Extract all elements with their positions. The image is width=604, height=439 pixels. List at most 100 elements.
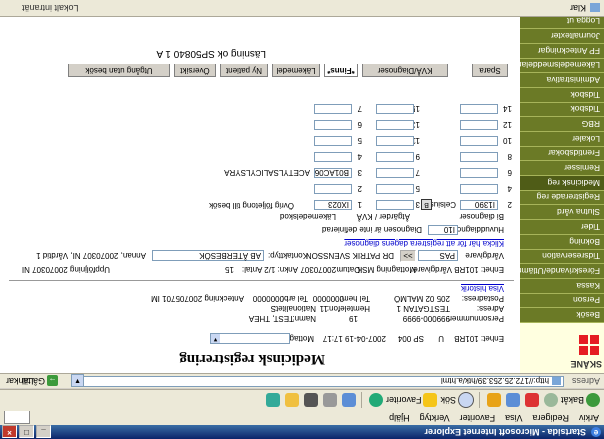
- bi-diagnos-input-3[interactable]: [460, 168, 498, 178]
- bi-diagnos-label: Bi diagnoser: [459, 212, 504, 221]
- search-button[interactable]: Sök: [440, 392, 474, 409]
- b-checkbox[interactable]: B: [421, 199, 432, 210]
- vardgivare-select[interactable]: PAS: [418, 250, 458, 261]
- sidebar-item-active[interactable]: Medicinsk reg: [520, 176, 604, 191]
- vardgivare-lookup-button[interactable]: >>: [400, 250, 416, 262]
- row-num: 6: [507, 168, 512, 177]
- nation-label: Nationalitet:: [273, 304, 316, 313]
- row-num: 2: [507, 200, 512, 209]
- register-diagnoses-link[interactable]: Klicka här för att registrera dagens dia…: [344, 239, 504, 248]
- kva-label: Åtgärder / KVÅ: [356, 212, 410, 221]
- sidebar-item[interactable]: Tidsbok: [520, 88, 604, 103]
- tab-lakemedel[interactable]: Läkemedel: [272, 64, 320, 77]
- menu-redigera[interactable]: Redigera: [527, 413, 574, 423]
- sidebar-item[interactable]: Föreskrivande/Utlämna: [520, 264, 604, 279]
- address-bar: Adress http://172.25.253.39/htk/a.html ▼…: [0, 373, 604, 388]
- kva-input-2[interactable]: [376, 184, 414, 194]
- edit-button[interactable]: [302, 393, 318, 409]
- kva-input-4[interactable]: [376, 152, 414, 162]
- lm-input-1[interactable]: IX023: [314, 200, 352, 210]
- sidebar-item[interactable]: Person: [520, 293, 604, 309]
- lm-input-2[interactable]: [314, 184, 352, 194]
- sp-label: SP 004: [397, 334, 424, 343]
- refresh-button[interactable]: [504, 393, 520, 409]
- row-num: 14: [503, 104, 512, 113]
- bi-diagnos-input-5[interactable]: [460, 136, 498, 146]
- sidebar-item[interactable]: Tidsreservation: [520, 249, 604, 265]
- lm-input-3[interactable]: B01AC06: [314, 168, 352, 178]
- tab-ny-patient[interactable]: Ny patient: [220, 64, 268, 77]
- kva-input-6[interactable]: [376, 120, 414, 130]
- messenger-button[interactable]: [264, 393, 280, 409]
- menu-favoriter[interactable]: Favoriter: [455, 413, 501, 423]
- bi-diagnos-input-1[interactable]: I1390: [460, 200, 498, 210]
- postort-label: Postadress:: [461, 294, 504, 303]
- stop-button[interactable]: [523, 393, 539, 409]
- close-button[interactable]: ×: [2, 425, 17, 438]
- lm-label: Läkemedelskod: [279, 212, 336, 221]
- mottag-select[interactable]: ▼: [210, 333, 290, 344]
- kva-input-7[interactable]: [376, 104, 414, 114]
- menu-verktyg[interactable]: Verktyg: [415, 413, 455, 423]
- sidebar-item[interactable]: Tider: [520, 220, 604, 235]
- bi-diagnos-input-4[interactable]: [460, 152, 498, 162]
- lm-input-4[interactable]: [314, 152, 352, 162]
- menu-arkiv[interactable]: Arkiv: [574, 413, 604, 423]
- sidebar-item[interactable]: Journaltexter: [520, 29, 604, 44]
- address-input[interactable]: http://172.25.253.39/htk/a.html: [79, 376, 564, 387]
- links-button[interactable]: Länkar: [6, 376, 34, 386]
- mail-button[interactable]: [340, 393, 356, 409]
- tab-finns[interactable]: *Finns*: [324, 64, 358, 77]
- print-button[interactable]: [321, 393, 337, 409]
- row-num: 2: [357, 184, 362, 193]
- sidebar-item[interactable]: Bokning: [520, 234, 604, 250]
- age-value: 19: [349, 314, 358, 323]
- home-button[interactable]: [485, 393, 501, 409]
- kva-input-1[interactable]: [376, 200, 414, 210]
- back-button[interactable]: Bakåt: [561, 393, 600, 409]
- folder-button[interactable]: [283, 393, 299, 409]
- favorites-button[interactable]: Favoriter: [386, 393, 438, 409]
- refresh-icon: [505, 393, 520, 408]
- sidebar-item[interactable]: FP Anteckningar: [520, 43, 604, 59]
- sidebar-item[interactable]: Slutna vård: [520, 205, 604, 221]
- sidebar-item[interactable]: RBG: [520, 117, 604, 133]
- search-icon: [457, 392, 474, 409]
- menu-hjalp[interactable]: Hjälp: [384, 413, 415, 423]
- tab-oversikt[interactable]: Översikt: [174, 64, 216, 77]
- lm-input-7[interactable]: [314, 104, 352, 114]
- sidebar-item[interactable]: Tidsbok: [520, 102, 604, 118]
- bi-diagnos-input-6[interactable]: [460, 120, 498, 130]
- menu-visa[interactable]: Visa: [500, 413, 527, 423]
- sidebar-item[interactable]: Läkemedelsmeddelanden: [520, 58, 604, 74]
- sidebar-item[interactable]: Frentidsbokar: [520, 146, 604, 162]
- kva-input-3[interactable]: [376, 168, 414, 178]
- forward-button[interactable]: [542, 393, 558, 409]
- tab-kva-diagnoser[interactable]: KVÅ/Diagnoser: [362, 64, 448, 77]
- minimize-button[interactable]: _: [36, 425, 51, 438]
- lm-input-6[interactable]: [314, 120, 352, 130]
- kva-input-5[interactable]: [376, 136, 414, 146]
- sidebar-item[interactable]: Besök: [520, 308, 604, 323]
- diagnos-input[interactable]: I10: [428, 225, 458, 235]
- address-dropdown-icon[interactable]: ▼: [71, 374, 84, 387]
- sidebar-item[interactable]: Administrativa: [520, 73, 604, 88]
- tab-spara[interactable]: Spara: [472, 64, 508, 77]
- sidebar-item[interactable]: Registrerade reg: [520, 190, 604, 206]
- kontakttyp-select[interactable]: AB ÅTERBESÖK: [152, 250, 264, 261]
- back-arrow-icon: [586, 393, 600, 408]
- security-zone: Lokalt intranät: [22, 3, 79, 13]
- maximize-button[interactable]: □: [19, 425, 34, 438]
- history-link[interactable]: Visa historik: [461, 284, 504, 293]
- bi-diagnos-input-7[interactable]: [460, 104, 498, 114]
- ankn-value: 15: [225, 265, 234, 274]
- media-button[interactable]: [367, 393, 383, 409]
- sidebar-item[interactable]: Lokaler: [520, 132, 604, 147]
- toolbar-separator: [360, 392, 362, 409]
- bi-diagnos-input-2[interactable]: [460, 184, 498, 194]
- sidebar-item[interactable]: Remisser: [520, 161, 604, 177]
- sidebar-item[interactable]: Kassa: [520, 278, 604, 294]
- lm-input-5[interactable]: [314, 136, 352, 146]
- region-logo: SKÅNE: [570, 325, 602, 369]
- tab-utgang[interactable]: Utgång utan besök: [68, 64, 170, 77]
